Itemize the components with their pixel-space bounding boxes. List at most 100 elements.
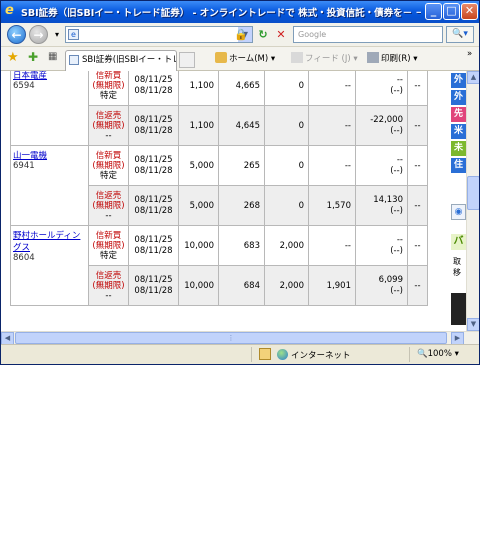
- horizontal-scrollbar[interactable]: ◀ ⋮ ▶: [1, 331, 479, 345]
- address-toolbar: ← → ▾ e ▼ 🔒 ↻ ✕ Google 🔍▾: [1, 23, 479, 47]
- side-nav-button[interactable]: 外: [451, 73, 466, 88]
- settle-date: 08/11/28: [134, 245, 173, 256]
- tab-sbi[interactable]: SBI証券(旧SBIイー・トレー...: [65, 50, 177, 71]
- dates-cell: 08/11/25 08/11/28: [128, 71, 179, 106]
- more-commands-icon[interactable]: »: [467, 49, 472, 59]
- extra-cell: --: [407, 145, 428, 186]
- home-button[interactable]: ホーム(M) ▾: [215, 52, 275, 64]
- order-date: 08/11/25: [134, 74, 173, 85]
- profit-cell: 6,099 (--): [355, 265, 408, 306]
- profit-cell: -- (--): [355, 145, 408, 186]
- window-title: SBI証券（旧SBIイー・トレード証券） - オンライントレードで 株式・投資信…: [21, 8, 421, 19]
- side-nav-button[interactable]: 住: [451, 158, 466, 173]
- fee-cell: --: [308, 225, 356, 266]
- back-button[interactable]: ←: [7, 25, 26, 44]
- stock-name-link[interactable]: 山一電機: [13, 149, 86, 161]
- profit-value: --: [396, 74, 403, 85]
- vertical-scrollbar[interactable]: ▲ ▼: [466, 71, 479, 331]
- refresh-icon[interactable]: ↻: [255, 27, 271, 43]
- stock-code: 8604: [13, 253, 35, 263]
- address-input[interactable]: e ▼: [65, 26, 253, 43]
- dates-cell: 08/11/25 08/11/28: [128, 145, 179, 186]
- search-input[interactable]: Google: [293, 26, 443, 43]
- status-divider: [251, 347, 252, 362]
- order-kind-cell: 信新買 (無期限) 特定: [88, 225, 129, 266]
- account-type: 特定: [99, 250, 117, 261]
- order-type: 信新買: [95, 150, 122, 161]
- extra-cell: --: [407, 225, 428, 266]
- scroll-down-button[interactable]: ▼: [467, 318, 479, 331]
- profit-sub: (--): [390, 285, 403, 296]
- fee-cell: --: [308, 105, 356, 146]
- side-nav-button[interactable]: 先: [451, 107, 466, 122]
- feeds-button[interactable]: フィード (J) ▾: [291, 52, 358, 64]
- stock-name-link[interactable]: 日本電産: [13, 71, 86, 81]
- scroll-up-button[interactable]: ▲: [467, 71, 479, 84]
- stock-name-cell: 野村ホールディングス 8604: [10, 225, 89, 306]
- home-icon: [215, 52, 227, 63]
- minimize-button[interactable]: _: [425, 3, 442, 20]
- stock-name-link[interactable]: 野村ホールディングス: [13, 229, 86, 253]
- profit-sub: (--): [390, 85, 403, 96]
- dates-cell: 08/11/25 08/11/28: [128, 185, 179, 226]
- side-nav-button[interactable]: 米: [451, 124, 466, 139]
- maximize-button[interactable]: □: [443, 3, 460, 20]
- stop-icon[interactable]: ✕: [273, 27, 289, 43]
- profit-sub: (--): [390, 205, 403, 216]
- quick-tabs-icon[interactable]: ▦: [48, 51, 62, 67]
- security-zone[interactable]: インターネット: [277, 349, 351, 361]
- dates-cell: 08/11/25 08/11/28: [128, 265, 179, 306]
- forward-button[interactable]: →: [29, 25, 48, 44]
- settle-date: 08/11/28: [134, 85, 173, 96]
- vertical-scroll-thumb[interactable]: [467, 176, 479, 210]
- popup-blocker-icon[interactable]: [259, 348, 271, 360]
- close-button[interactable]: ✕: [461, 3, 478, 20]
- zoom-control[interactable]: 🔍100% ▾: [417, 349, 459, 359]
- profit-cell: 14,130 (--): [355, 185, 408, 226]
- print-button[interactable]: 印刷(R) ▾: [367, 52, 418, 64]
- quantity-cell: 1,100: [178, 71, 219, 106]
- search-button[interactable]: 🔍▾: [446, 26, 474, 43]
- history-dropdown-icon[interactable]: ▾: [49, 27, 65, 43]
- side-note: 取 移: [453, 257, 461, 277]
- title-bar[interactable]: e SBI証券（旧SBIイー・トレード証券） - オンライントレードで 株式・投…: [1, 1, 479, 23]
- add-favorites-icon[interactable]: ✚: [28, 50, 38, 64]
- order-date: 08/11/25: [134, 234, 173, 245]
- settle-date: 08/11/28: [134, 285, 173, 296]
- account-type: 特定: [99, 90, 117, 101]
- quantity-cell: 1,100: [178, 105, 219, 146]
- extra-cell: --: [407, 105, 428, 146]
- tab-label: SBI証券(旧SBIイー・トレー...: [82, 55, 176, 65]
- profit-value: --: [396, 234, 403, 245]
- price-cell: 684: [218, 265, 265, 306]
- order-date: 08/11/25: [134, 194, 173, 205]
- value-cell: 0: [264, 71, 309, 106]
- extra-cell: --: [407, 265, 428, 306]
- ie-logo-icon: e: [5, 3, 14, 18]
- side-nav-button[interactable]: 未: [451, 141, 466, 156]
- lock-icon[interactable]: 🔒: [233, 27, 249, 43]
- internet-zone-icon: [277, 349, 288, 360]
- order-term: (無期限): [92, 240, 125, 251]
- value-cell: 0: [264, 145, 309, 186]
- side-panel: 外外先米未住 ◉ バ 取 移: [448, 71, 466, 331]
- account-type: --: [105, 210, 112, 221]
- price-cell: 683: [218, 225, 265, 266]
- side-arrow-button[interactable]: ◉: [451, 204, 466, 220]
- favorites-star-icon[interactable]: ★: [7, 50, 19, 65]
- profit-value: -22,000: [370, 114, 403, 125]
- feed-icon: [291, 52, 303, 63]
- profit-cell: -- (--): [355, 71, 408, 106]
- side-dark-banner[interactable]: [451, 293, 466, 325]
- order-term: (無期限): [92, 200, 125, 211]
- fee-cell: 1,901: [308, 265, 356, 306]
- stock-code: 6941: [13, 161, 35, 171]
- horizontal-scroll-thumb[interactable]: ⋮: [15, 332, 447, 344]
- side-nav-button[interactable]: 外: [451, 90, 466, 105]
- dates-cell: 08/11/25 08/11/28: [128, 225, 179, 266]
- new-tab-button[interactable]: [179, 52, 195, 68]
- tab-page-icon: [69, 55, 79, 65]
- side-banner[interactable]: バ: [451, 234, 466, 250]
- profit-cell: -- (--): [355, 225, 408, 266]
- extra-cell: --: [407, 185, 428, 226]
